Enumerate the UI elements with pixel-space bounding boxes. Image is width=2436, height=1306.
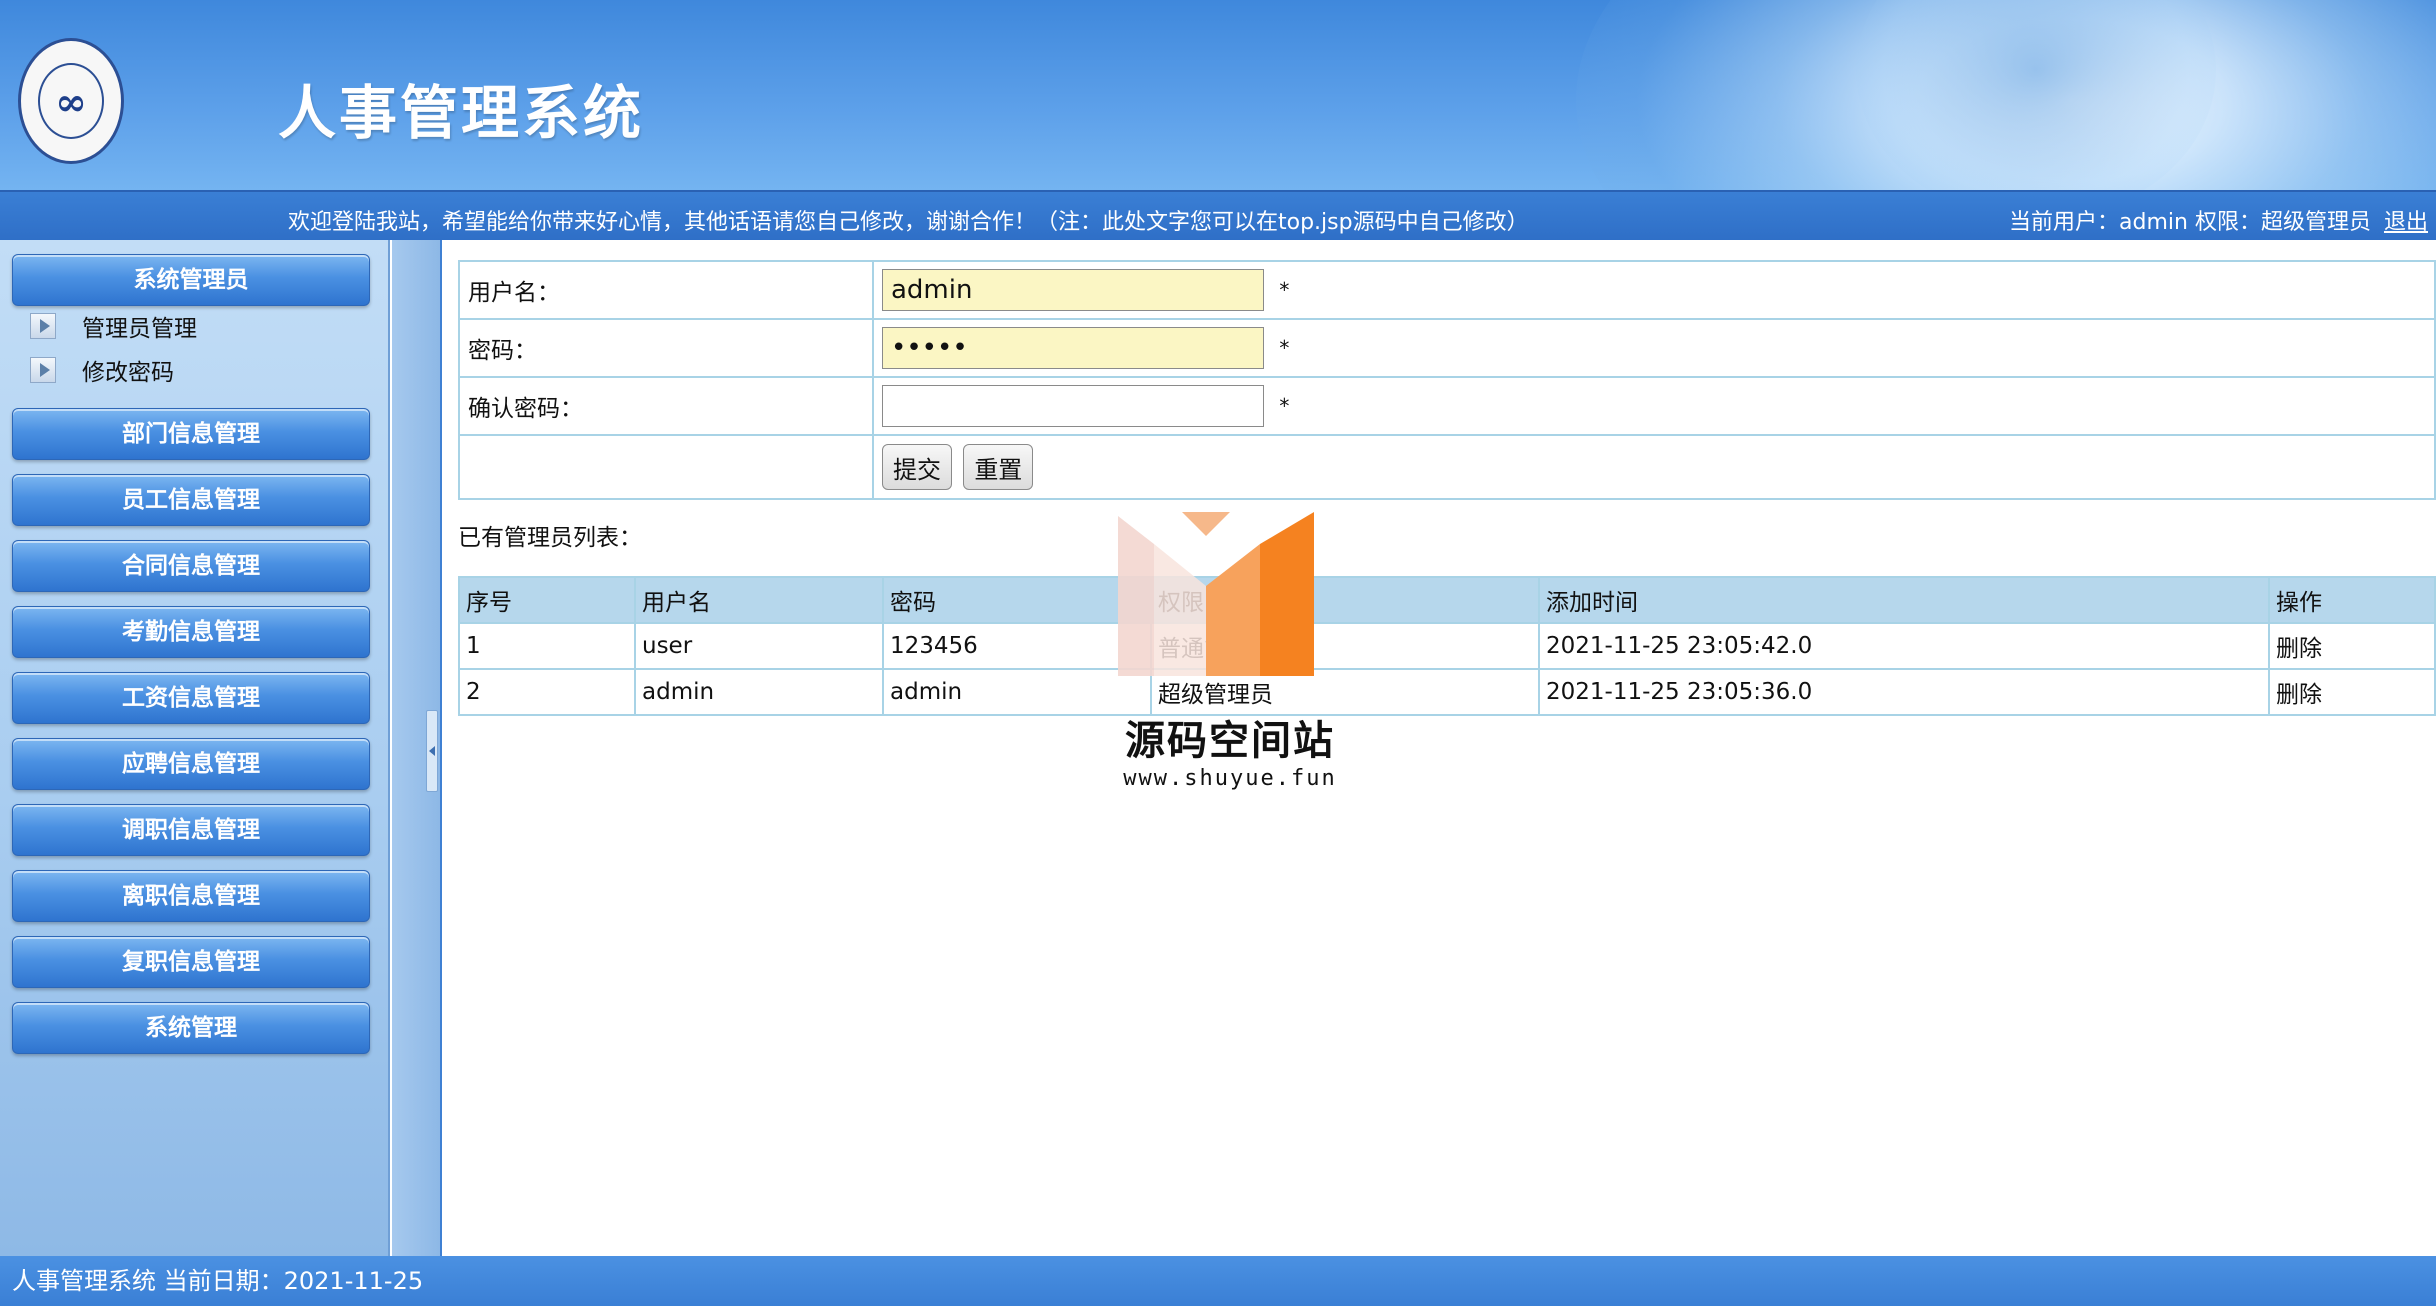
sidebar-menu-label: 工资信息管理	[122, 685, 260, 711]
sidebar-menu-employee[interactable]: 员工信息管理	[12, 474, 370, 526]
form-row-password: 密码： *	[459, 319, 2436, 378]
form-row-confirm: 确认密码： *	[459, 377, 2436, 436]
confirm-password-cell: *	[873, 377, 2436, 436]
sidebar-menu-transfer[interactable]: 调职信息管理	[12, 804, 370, 856]
required-mark: *	[1279, 335, 1290, 360]
reset-button[interactable]: 重置	[963, 444, 1034, 490]
column-header-action: 操作	[2269, 577, 2436, 624]
sidebar-item-label: 修改密码	[82, 360, 174, 386]
sidebar-menu-department[interactable]: 部门信息管理	[12, 408, 370, 460]
table-header-row: 序号 用户名 密码 权限 添加时间 操作	[459, 577, 2436, 624]
cell-added-time: 2021-11-25 23:05:36.0	[1539, 669, 2270, 716]
admin-table: 序号 用户名 密码 权限 添加时间 操作 1 user 123456 普通管理员…	[458, 576, 2436, 716]
sidebar-section-label: 系统管理员	[133, 267, 249, 293]
welcome-message: 欢迎登陆我站，希望能给你带来好心情，其他话语请您自己修改，谢谢合作！（注：此处文…	[288, 210, 1529, 235]
watermark-url: www.shuyue.fun	[1123, 766, 1337, 791]
username-cell: *	[873, 261, 2436, 320]
sidebar-menu-label: 应聘信息管理	[122, 751, 260, 777]
sidebar-menu-salary[interactable]: 工资信息管理	[12, 672, 370, 724]
sidebar-menu-label: 系统管理	[145, 1015, 237, 1041]
admin-form: 用户名： * 密码： * 确认密码： * 提交 重置	[458, 260, 2436, 500]
table-row: 2 admin admin 超级管理员 2021-11-25 23:05:36.…	[459, 669, 2436, 716]
logo-emblem-icon: ∞	[38, 63, 104, 139]
sidebar-item-admin-management[interactable]: 管理员管理	[30, 306, 197, 346]
app-title: 人事管理系统	[278, 79, 645, 147]
confirm-password-input[interactable]	[882, 385, 1264, 427]
play-arrow-icon	[30, 313, 56, 339]
sidebar-menu-system[interactable]: 系统管理	[12, 1002, 370, 1054]
sidebar-menu-label: 调职信息管理	[122, 817, 260, 843]
sidebar-splitter	[392, 240, 442, 1256]
admin-list-title: 已有管理员列表：	[458, 525, 642, 551]
cell-added-time: 2021-11-25 23:05:42.0	[1539, 623, 2270, 670]
header-decoration-accent	[1856, 0, 2216, 190]
logout-link[interactable]: 退出	[2384, 210, 2428, 235]
submit-button[interactable]: 提交	[882, 444, 952, 490]
form-row-buttons: 提交 重置	[459, 435, 2436, 500]
confirm-password-label: 确认密码：	[459, 377, 874, 436]
sidebar-menu-contract[interactable]: 合同信息管理	[12, 540, 370, 592]
watermark-name: 源码空间站	[1125, 718, 1335, 764]
sidebar-item-change-password[interactable]: 修改密码	[30, 350, 174, 390]
column-header-added-time: 添加时间	[1539, 577, 2270, 624]
empty-cell	[459, 435, 874, 500]
button-cell: 提交 重置	[873, 435, 2436, 500]
current-user-info: 当前用户：admin 权限：超级管理员 退出	[2009, 204, 2428, 236]
cell-username: user	[635, 623, 884, 670]
sidebar-menu-label: 考勤信息管理	[122, 619, 260, 645]
current-user-text: 当前用户：admin 权限：超级管理员	[2009, 210, 2371, 235]
sidebar-section-admin[interactable]: 系统管理员	[12, 254, 370, 306]
column-header-id: 序号	[459, 577, 636, 624]
sidebar: 系统管理员 管理员管理 修改密码 部门信息管理 员工信息管理 合同信息管理 考勤…	[0, 240, 390, 1256]
delete-link[interactable]: 删除	[2269, 623, 2436, 670]
username-label: 用户名：	[459, 261, 874, 320]
password-label: 密码：	[459, 319, 874, 378]
password-cell: *	[873, 319, 2436, 378]
university-logo: ∞	[18, 38, 124, 164]
form-row-username: 用户名： *	[459, 261, 2436, 320]
sidebar-menu-label: 部门信息管理	[122, 421, 260, 447]
sidebar-item-label: 管理员管理	[82, 316, 197, 342]
sidebar-menu-label: 员工信息管理	[122, 487, 260, 513]
sidebar-menu-label: 复职信息管理	[122, 949, 260, 975]
username-input[interactable]	[882, 269, 1264, 311]
sidebar-menu-attendance[interactable]: 考勤信息管理	[12, 606, 370, 658]
delete-link[interactable]: 删除	[2269, 669, 2436, 716]
table-row: 1 user 123456 普通管理员 2021-11-25 23:05:42.…	[459, 623, 2436, 670]
collapse-arrow-icon	[429, 746, 435, 756]
required-mark: *	[1279, 277, 1290, 302]
column-header-username: 用户名	[635, 577, 884, 624]
sidebar-menu-label: 离职信息管理	[122, 883, 260, 909]
collapse-sidebar-handle[interactable]	[426, 710, 438, 792]
app-header: ∞ 人事管理系统	[0, 0, 2436, 190]
top-bar: 欢迎登陆我站，希望能给你带来好心情，其他话语请您自己修改，谢谢合作！（注：此处文…	[0, 190, 2436, 240]
cell-username: admin	[635, 669, 884, 716]
play-arrow-icon	[30, 357, 56, 383]
sidebar-menu-resignation[interactable]: 离职信息管理	[12, 870, 370, 922]
cell-id: 2	[459, 669, 636, 716]
cell-id: 1	[459, 623, 636, 670]
sidebar-menu-recruitment[interactable]: 应聘信息管理	[12, 738, 370, 790]
required-mark: *	[1279, 393, 1290, 418]
password-input[interactable]	[882, 327, 1264, 369]
status-footer: 人事管理系统 当前日期：2021-11-25	[0, 1256, 2436, 1306]
sidebar-menu-reinstatement[interactable]: 复职信息管理	[12, 936, 370, 988]
main-content: 用户名： * 密码： * 确认密码： * 提交 重置	[444, 240, 2436, 1256]
sidebar-menu-label: 合同信息管理	[122, 553, 260, 579]
